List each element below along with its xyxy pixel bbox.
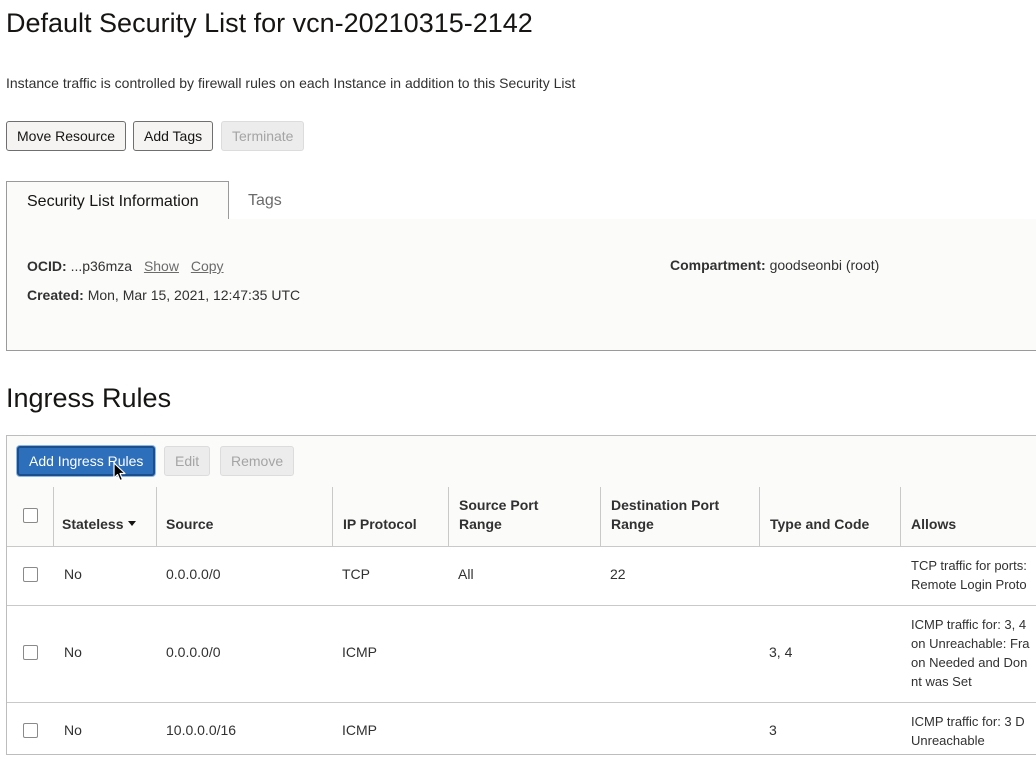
ingress-rules-title: Ingress Rules bbox=[6, 383, 172, 413]
row-stateless: No bbox=[64, 566, 82, 582]
row-stateless: No bbox=[64, 644, 82, 660]
row-protocol: ICMP bbox=[342, 722, 377, 738]
ocid-label: OCID: bbox=[27, 258, 67, 274]
header-select-cell bbox=[7, 487, 54, 546]
row-checkbox[interactable] bbox=[23, 723, 38, 738]
select-all-checkbox[interactable] bbox=[23, 508, 38, 523]
page-description: Instance traffic is controlled by firewa… bbox=[6, 75, 576, 91]
header-type-and-code: Type and Code bbox=[760, 487, 901, 546]
row-checkbox[interactable] bbox=[23, 567, 38, 582]
row-protocol: ICMP bbox=[342, 644, 377, 660]
row-checkbox[interactable] bbox=[23, 645, 38, 660]
header-source-port-range: Source Port Range bbox=[449, 487, 601, 546]
table-row[interactable]: No 0.0.0.0/0 TCP All 22 TCP traffic for … bbox=[7, 546, 1036, 606]
row-source-port: All bbox=[458, 566, 474, 582]
header-stateless-label: Stateless bbox=[62, 515, 137, 534]
row-type-code: 3 bbox=[769, 722, 777, 738]
ingress-toolbar: Add Ingress Rules Edit Remove bbox=[7, 436, 1036, 488]
created-label: Created: bbox=[27, 287, 84, 303]
header-destination-port-label: Destination Port Range bbox=[611, 497, 720, 532]
mouse-pointer-icon bbox=[113, 462, 126, 482]
row-source: 0.0.0.0/0 bbox=[166, 566, 221, 582]
row-destination-port: 22 bbox=[610, 566, 626, 582]
ocid-field: OCID: ...p36mza Show Copy bbox=[27, 258, 224, 274]
created-field: Created: Mon, Mar 15, 2021, 12:47:35 UTC bbox=[27, 287, 300, 303]
page-title: Default Security List for vcn-20210315-2… bbox=[6, 8, 533, 38]
header-destination-port-range: Destination Port Range bbox=[601, 487, 760, 546]
table-header-row: Stateless Source IP Protocol Source Port… bbox=[7, 487, 1036, 547]
header-ip-protocol: IP Protocol bbox=[333, 487, 449, 546]
terminate-button[interactable]: Terminate bbox=[221, 121, 305, 151]
row-stateless: No bbox=[64, 722, 82, 738]
header-allows: Allows bbox=[901, 487, 1036, 546]
row-type-code: 3, 4 bbox=[769, 644, 793, 660]
ocid-copy-link[interactable]: Copy bbox=[191, 258, 224, 274]
header-allows-label: Allows bbox=[911, 516, 957, 532]
tab-tags[interactable]: Tags bbox=[248, 181, 282, 220]
add-ingress-rules-button[interactable]: Add Ingress Rules bbox=[17, 446, 156, 476]
row-allows: ICMP traffic for: 3, 4 on Unreachable: F… bbox=[911, 617, 1030, 689]
header-stateless[interactable]: Stateless bbox=[54, 487, 157, 546]
table-row[interactable]: No 0.0.0.0/0 ICMP 3, 4 ICMP traffic for:… bbox=[7, 605, 1036, 703]
security-list-info-panel: OCID: ...p36mza Show Copy Created: Mon, … bbox=[6, 219, 1036, 351]
details-tabs: Security List Information Tags bbox=[6, 181, 1036, 220]
header-source: Source bbox=[157, 487, 333, 546]
edit-button[interactable]: Edit bbox=[164, 446, 211, 476]
table-row[interactable]: No 10.0.0.0/16 ICMP 3 ICMP traffic for: … bbox=[7, 702, 1036, 761]
row-protocol: TCP bbox=[342, 566, 370, 582]
row-source: 10.0.0.0/16 bbox=[166, 722, 237, 738]
header-ip-protocol-label: IP Protocol bbox=[343, 516, 417, 532]
tab-security-list-information[interactable]: Security List Information bbox=[6, 181, 229, 220]
ocid-value: ...p36mza bbox=[70, 258, 133, 274]
sort-descending-icon bbox=[128, 520, 137, 526]
created-value: Mon, Mar 15, 2021, 12:47:35 UTC bbox=[87, 287, 301, 303]
row-allows: TCP traffic for ports: Remote Login Prot… bbox=[911, 558, 1027, 592]
row-allows: ICMP traffic for: 3 D Unreachable bbox=[911, 714, 1025, 748]
compartment-label: Compartment: bbox=[670, 257, 766, 273]
add-tags-button[interactable]: Add Tags bbox=[133, 121, 214, 151]
remove-button[interactable]: Remove bbox=[220, 446, 295, 476]
header-type-code-label: Type and Code bbox=[770, 516, 870, 532]
compartment-field: Compartment: goodseonbi (root) bbox=[670, 257, 879, 273]
ocid-show-link[interactable]: Show bbox=[144, 258, 179, 274]
header-source-label: Source bbox=[166, 516, 214, 532]
move-resource-button[interactable]: Move Resource bbox=[6, 121, 127, 151]
ingress-rules-table: Add Ingress Rules Edit Remove Stateless … bbox=[6, 435, 1036, 755]
compartment-value: goodseonbi (root) bbox=[769, 257, 880, 273]
row-source: 0.0.0.0/0 bbox=[166, 644, 221, 660]
header-source-port-label: Source Port Range bbox=[459, 497, 539, 532]
